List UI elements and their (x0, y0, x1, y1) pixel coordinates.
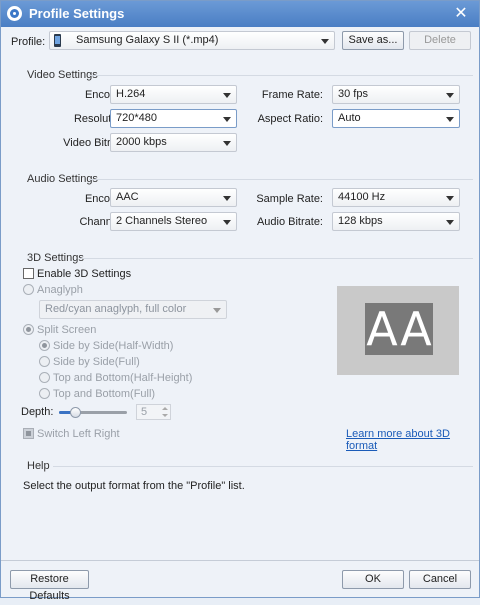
help-title: Help (27, 460, 50, 472)
depth-value: 5 (141, 406, 148, 418)
profile-select[interactable]: Samsung Galaxy S II (*.mp4) (49, 31, 335, 50)
restore-defaults-button[interactable]: Restore Defaults (10, 570, 89, 602)
resolution-value: 720*480 (116, 112, 157, 124)
audio-settings-divider (89, 179, 473, 180)
learn-more-3d-link[interactable]: Learn more about 3D format (346, 428, 479, 452)
video-bitrate-select[interactable]: 2000 kbps (110, 133, 237, 152)
side-by-side-full-label: Side by Side(Full) (53, 356, 140, 368)
side-by-side-half-radio[interactable] (39, 340, 50, 351)
preview-left-letter: A (365, 302, 399, 356)
top-bottom-half-radio[interactable] (39, 372, 50, 383)
audio-bitrate-select[interactable]: 128 kbps (332, 212, 460, 231)
stepper-up-icon[interactable] (162, 407, 168, 410)
depth-label: Depth: (21, 406, 54, 418)
top-bottom-full-label: Top and Bottom(Full) (53, 388, 156, 400)
frame-rate-select[interactable]: 30 fps (332, 85, 460, 104)
help-text: Select the output format from the "Profi… (23, 480, 245, 492)
footer-divider (1, 560, 479, 561)
profile-label: Profile: (11, 36, 46, 48)
switch-left-right-checkbox[interactable] (23, 428, 34, 439)
chevron-down-icon (446, 220, 454, 225)
frame-rate-value: 30 fps (338, 88, 368, 100)
frame-rate-label: Frame Rate: (261, 89, 323, 101)
split-screen-radio[interactable] (23, 324, 34, 335)
aspect-ratio-label: Aspect Ratio: (257, 113, 323, 125)
depth-stepper[interactable]: 5 (136, 404, 171, 420)
side-by-side-full-radio[interactable] (39, 356, 50, 367)
audio-settings-title: Audio Settings (27, 173, 98, 185)
top-bottom-half-label: Top and Bottom(Half-Height) (53, 372, 193, 384)
side-by-side-half-label: Side by Side(Half-Width) (53, 340, 174, 352)
profile-value: Samsung Galaxy S II (*.mp4) (76, 34, 219, 46)
audio-encoder-select[interactable]: AAC (110, 188, 237, 207)
close-icon[interactable]: ✕ (451, 4, 471, 24)
preview-right-letter: A (399, 302, 433, 356)
help-divider (53, 466, 473, 467)
split-screen-label: Split Screen (37, 324, 97, 336)
chevron-down-icon (446, 196, 454, 201)
sample-rate-select[interactable]: 44100 Hz (332, 188, 460, 207)
delete-button[interactable]: Delete (409, 31, 471, 50)
chevron-down-icon (213, 308, 221, 313)
anaglyph-select[interactable]: Red/cyan anaglyph, full color (39, 300, 227, 319)
chevron-down-icon (446, 117, 454, 122)
chevron-down-icon (446, 93, 454, 98)
anaglyph-label: Anaglyph (37, 284, 83, 296)
anaglyph-value: Red/cyan anaglyph, full color (45, 303, 187, 315)
enable-3d-label: Enable 3D Settings (37, 268, 132, 280)
window-title: Profile Settings (29, 6, 125, 21)
3d-preview: A A (337, 286, 459, 375)
channels-value: 2 Channels Stereo (116, 215, 208, 227)
channels-select[interactable]: 2 Channels Stereo (110, 212, 237, 231)
depth-slider-thumb[interactable] (70, 407, 81, 418)
ok-button[interactable]: OK (342, 570, 404, 589)
top-bottom-full-radio[interactable] (39, 388, 50, 399)
cancel-button[interactable]: Cancel (409, 570, 471, 589)
anaglyph-radio[interactable] (23, 284, 34, 295)
video-encoder-select[interactable]: H.264 (110, 85, 237, 104)
resolution-select[interactable]: 720*480 (110, 109, 237, 128)
switch-left-right-label: Switch Left Right (37, 428, 120, 440)
save-as-button[interactable]: Save as... (342, 31, 404, 50)
3d-settings-title: 3D Settings (27, 252, 84, 264)
video-settings-divider (89, 75, 473, 76)
chevron-down-icon (321, 39, 329, 44)
aspect-ratio-value: Auto (338, 112, 361, 124)
app-logo-icon (7, 6, 22, 21)
enable-3d-checkbox[interactable] (23, 268, 34, 279)
3d-settings-divider (81, 258, 473, 259)
phone-icon (54, 34, 61, 47)
title-bar: Profile Settings ✕ (1, 1, 479, 27)
chevron-down-icon (223, 141, 231, 146)
video-bitrate-value: 2000 kbps (116, 136, 167, 148)
sample-rate-label: Sample Rate: (256, 193, 323, 205)
video-settings-title: Video Settings (27, 69, 98, 81)
stepper-down-icon[interactable] (162, 414, 168, 417)
aspect-ratio-select[interactable]: Auto (332, 109, 460, 128)
video-encoder-value: H.264 (116, 88, 146, 100)
audio-bitrate-value: 128 kbps (338, 215, 383, 227)
audio-encoder-value: AAC (116, 191, 139, 203)
audio-bitrate-label: Audio Bitrate: (256, 216, 323, 228)
profile-settings-window: Profile Settings ✕ Profile: Samsung Gala… (0, 0, 480, 602)
sample-rate-value: 44100 Hz (338, 191, 386, 203)
